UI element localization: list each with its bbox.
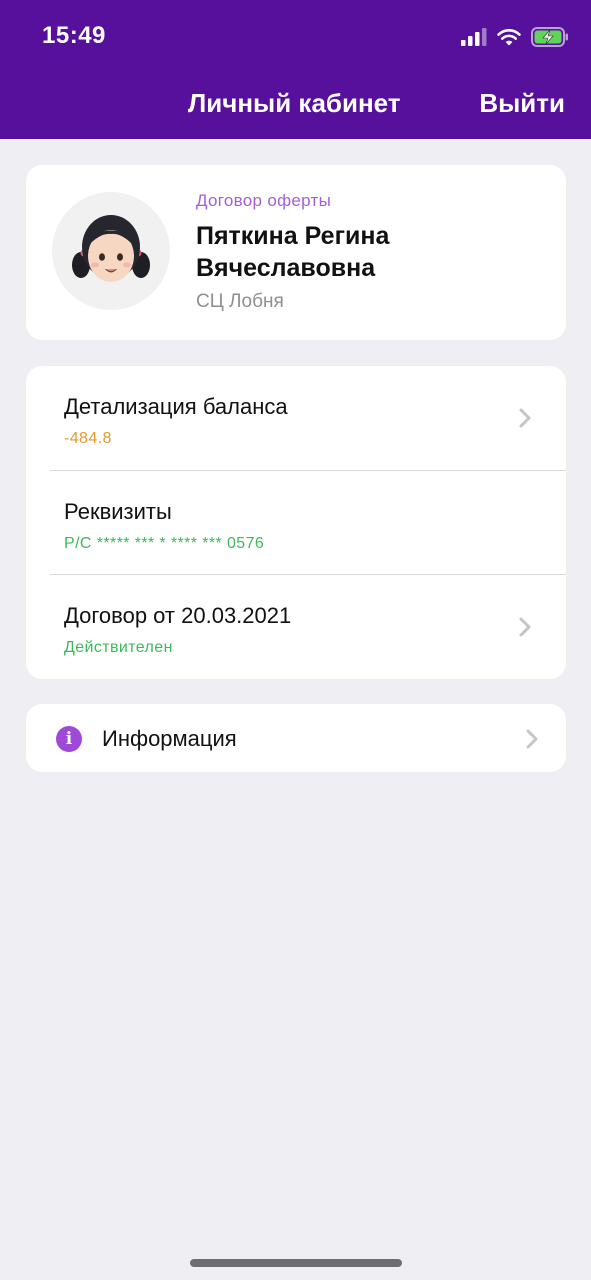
contract-title: Договор от 20.03.2021 [64, 603, 292, 628]
info-icon: i [56, 726, 82, 752]
page-title: Личный кабинет [188, 88, 401, 118]
user-full-name: Пяткина Регина Вячеславовна [196, 222, 390, 282]
wifi-icon [497, 29, 521, 46]
balance-value: -484.8 [64, 430, 112, 447]
information-label: Информация [102, 726, 237, 751]
requisites-title: Реквизиты [64, 499, 172, 524]
contract-status: Действителен [64, 639, 173, 656]
contract-row[interactable]: Договор от 20.03.2021 Действителен [26, 575, 566, 679]
avatar [52, 192, 170, 310]
signal-icon [461, 28, 487, 46]
chevron-right-icon [519, 617, 531, 637]
logout-button[interactable]: Выйти [479, 88, 565, 119]
battery-charging-icon [531, 27, 568, 47]
profile-card: Договор оферты Пяткина Регина Вячеславов… [26, 165, 566, 340]
balance-details-title: Детализация баланса [64, 394, 288, 419]
service-center-label: СЦ Лобня [196, 291, 284, 312]
information-row[interactable]: i Информация [26, 704, 566, 772]
account-number: Р/С ***** *** * **** *** 0576 [64, 535, 265, 552]
status-icons [461, 24, 569, 50]
chevron-right-icon [519, 408, 531, 428]
balance-details-row[interactable]: Детализация баланса -484.8 [26, 366, 566, 470]
home-indicator[interactable] [190, 1259, 402, 1267]
contract-type-label: Договор оферты [196, 191, 332, 210]
account-items-card: Детализация баланса -484.8 Реквизиты Р/С… [26, 366, 566, 679]
requisites-row[interactable]: Реквизиты Р/С ***** *** * **** *** 0576 [26, 471, 566, 575]
app-header: 15:49 Личный кабинет Выйти [0, 0, 591, 139]
status-time: 15:49 [42, 22, 106, 49]
girl-emoji-avatar-icon [72, 215, 150, 282]
chevron-right-icon [526, 729, 538, 749]
